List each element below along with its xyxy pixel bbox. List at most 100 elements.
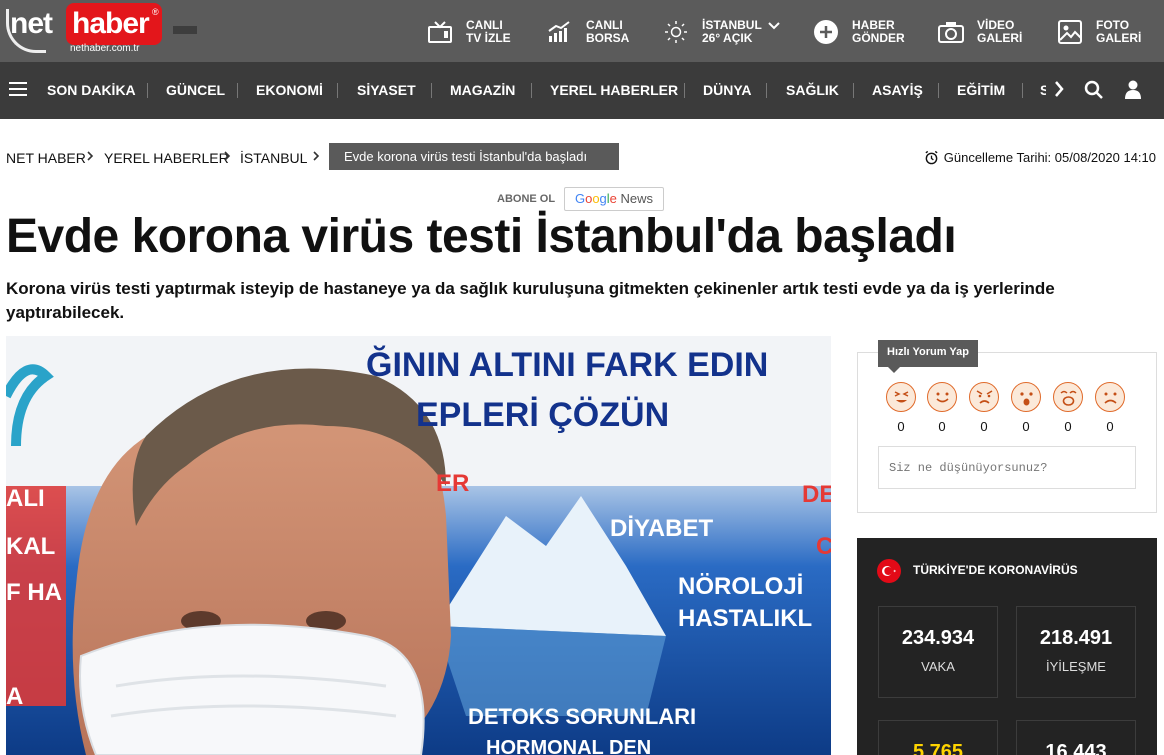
- angry-face-icon: [969, 382, 999, 412]
- logo-net-text: net: [10, 7, 53, 40]
- logo-domain: nethaber.com.tr: [70, 43, 140, 54]
- nav-divider: [684, 83, 685, 98]
- reaction-count: 0: [1022, 419, 1030, 434]
- camera-icon: [937, 18, 965, 46]
- chevron-right-icon: [312, 149, 320, 165]
- comment-input[interactable]: [878, 446, 1136, 489]
- image-text-de: DE: [802, 481, 831, 508]
- nav-item-magazin[interactable]: MAGAZİN: [450, 82, 515, 98]
- reaction-count: 0: [938, 419, 946, 434]
- nav-item-truncated[interactable]: S: [1040, 82, 1046, 98]
- site-logo[interactable]: net haber ® nethaber.com.tr: [6, 3, 162, 57]
- live-stock-link[interactable]: CANLI BORSA: [546, 12, 629, 52]
- nav-divider: [431, 83, 432, 98]
- image-text-er: ER: [436, 470, 469, 497]
- image-text-kal: KAL: [6, 533, 55, 560]
- breadcrumb-home[interactable]: NET HABER: [6, 150, 86, 166]
- nav-item-ekonomi[interactable]: EKONOMİ: [256, 82, 323, 98]
- live-tv-link[interactable]: CANLI TV İZLE: [426, 12, 511, 52]
- nav-item-son-dakika[interactable]: SON DAKİKA: [47, 82, 136, 98]
- stat-cases: 234.934 VAKA: [878, 606, 998, 698]
- stat-deaths: 5.765: [878, 720, 998, 755]
- nav-item-egitim[interactable]: EĞİTİM: [957, 82, 1005, 98]
- nav-item-dunya[interactable]: DÜNYA: [703, 82, 752, 98]
- reaction-count: 0: [1106, 419, 1114, 434]
- nav-divider: [147, 83, 148, 98]
- plus-circle-icon: [812, 18, 840, 46]
- subscribe-label: ABONE OL: [497, 193, 556, 205]
- stat-tests: 16.443: [1016, 720, 1136, 755]
- search-icon[interactable]: [1084, 80, 1104, 105]
- chevron-right-icon: [86, 149, 94, 165]
- nav-divider: [237, 83, 238, 98]
- send-news-link[interactable]: HABER GÖNDER: [812, 12, 905, 52]
- tv-icon: [426, 18, 454, 46]
- nav-divider: [531, 83, 532, 98]
- sun-icon: [662, 18, 690, 46]
- main-navigation: SON DAKİKA GÜNCEL EKONOMİ SİYASET MAGAZİ…: [0, 62, 1164, 119]
- image-text-c: C: [816, 533, 831, 560]
- nav-item-saglik[interactable]: SAĞLIK: [786, 82, 839, 98]
- video-gallery-line2: GALERİ: [977, 31, 1023, 45]
- google-letter: G: [574, 191, 586, 206]
- stat-label: İYİLEŞME: [1046, 659, 1106, 674]
- chevron-down-icon[interactable]: [768, 17, 780, 35]
- chevron-right-icon[interactable]: [1054, 80, 1064, 103]
- reaction-angry[interactable]: 0: [968, 382, 1000, 434]
- reaction-surprised[interactable]: 0: [1010, 382, 1042, 434]
- header-placeholder-block: [173, 26, 197, 34]
- video-gallery-link[interactable]: VİDEO GALERİ: [937, 12, 1022, 52]
- reaction-laughing[interactable]: 0: [885, 382, 917, 434]
- image-text-detoks: DETOKS SORUNLARI: [468, 704, 696, 729]
- weather-widget[interactable]: İSTANBUL 26° AÇIK: [662, 12, 780, 52]
- weather-temp: 26° AÇIK: [702, 31, 753, 45]
- reaction-smile[interactable]: 0: [926, 382, 958, 434]
- reaction-sad[interactable]: 0: [1094, 382, 1126, 434]
- live-tv-line2: TV İZLE: [466, 31, 511, 45]
- image-text-ali: ALI: [6, 485, 45, 512]
- image-text-hormonal: HORMONAL DEN: [486, 737, 651, 755]
- live-stock-line2: BORSA: [586, 31, 630, 45]
- stat-value: 16.443: [1045, 741, 1107, 755]
- laughing-face-icon: [886, 382, 916, 412]
- image-banner-line1: ĞININ ALTINI FARK EDIN: [366, 346, 768, 384]
- menu-icon[interactable]: [9, 82, 27, 96]
- google-letter: e: [609, 191, 617, 206]
- chart-icon: [546, 18, 574, 46]
- breadcrumb-yerel-haberler[interactable]: YEREL HABERLER: [104, 150, 229, 166]
- quick-comment-tab: Hızlı Yorum Yap: [878, 340, 978, 373]
- alarm-clock-icon: [925, 150, 938, 165]
- update-date-text: Güncelleme Tarihi: 05/08/2020 14:10: [943, 150, 1156, 165]
- reaction-shocked[interactable]: 0: [1052, 382, 1084, 434]
- image-text-a: A: [6, 683, 23, 710]
- reaction-count: 0: [897, 419, 905, 434]
- stat-recovered: 218.491 İYİLEŞME: [1016, 606, 1136, 698]
- article-title: Evde korona virüs testi İstanbul'da başl…: [6, 210, 957, 263]
- update-date: Güncelleme Tarihi: 05/08/2020 14:10: [924, 150, 1156, 165]
- surprised-face-icon: [1011, 382, 1041, 412]
- nav-divider: [1022, 83, 1023, 98]
- nav-item-asayis[interactable]: ASAYİŞ: [872, 82, 923, 98]
- stat-value: 5.765: [912, 741, 964, 755]
- nav-divider: [938, 83, 939, 98]
- chevron-right-icon: [223, 149, 231, 165]
- image-text-diyabet: DİYABET: [610, 515, 713, 542]
- image-text-fha: F HA: [6, 579, 62, 606]
- nav-item-yerel-haberler[interactable]: YEREL HABERLER: [550, 82, 678, 98]
- image-text-hastalik: HASTALIKL: [678, 605, 812, 632]
- breadcrumb-current: Evde korona virüs testi İstanbul'da başl…: [329, 143, 619, 170]
- top-header: net haber ® nethaber.com.tr CANLI TV İZLE…: [0, 0, 1164, 62]
- nav-item-siyaset[interactable]: SİYASET: [357, 82, 416, 98]
- nav-divider: [337, 83, 338, 98]
- photo-gallery-link[interactable]: FOTO GALERİ: [1056, 12, 1141, 52]
- turkey-flag-icon: [877, 559, 901, 583]
- user-icon[interactable]: [1125, 80, 1141, 105]
- google-letter: g: [599, 191, 607, 206]
- covid-title: TÜRKİYE'DE KORONAVİRÜS: [913, 563, 1078, 577]
- nav-item-guncel[interactable]: GÜNCEL: [166, 82, 225, 98]
- breadcrumb-istanbul[interactable]: İSTANBUL: [240, 150, 307, 166]
- photo-gallery-line2: GALERİ: [1096, 31, 1142, 45]
- google-news-button[interactable]: Google News: [564, 187, 664, 211]
- article-image[interactable]: ĞININ ALTINI FARK EDIN EPLERİ ÇÖZÜN DİYA…: [6, 336, 831, 755]
- stat-value: 218.491: [1039, 627, 1113, 649]
